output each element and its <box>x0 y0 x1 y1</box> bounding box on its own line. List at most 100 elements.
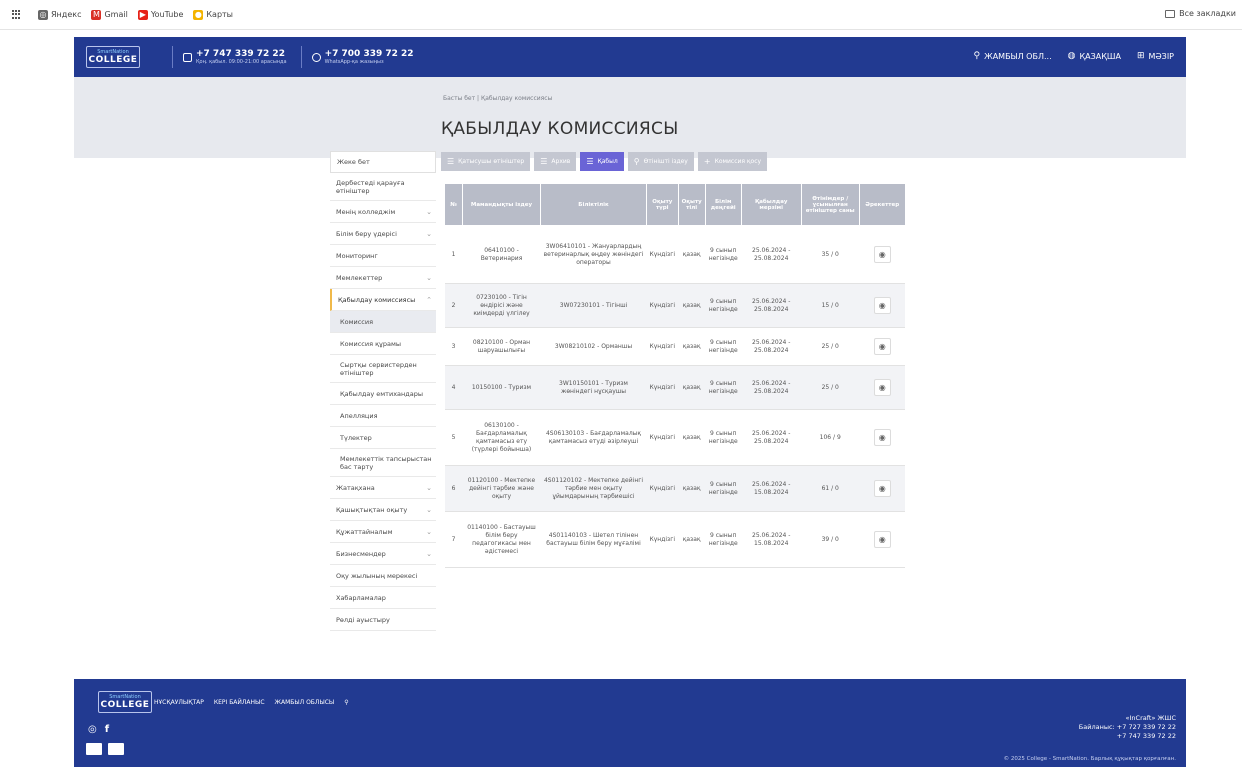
sidebar-item[interactable]: Хабарламалар <box>330 587 436 609</box>
menu-button[interactable]: ⊞ МӘЗІР <box>1137 51 1174 61</box>
cell-lang: қазақ <box>678 365 706 410</box>
cell-qual: 4S06130103 - Бағдарламалық қамтамасыз ет… <box>540 409 647 466</box>
column-header: № <box>444 183 463 226</box>
badge-logo-2[interactable] <box>108 743 124 755</box>
sidebar-item[interactable]: Мемлекеттер ⌄ <box>330 267 436 289</box>
cell-no: 7 <box>444 511 463 568</box>
chevron-icon: ⌄ <box>426 229 432 238</box>
cell-no: 3 <box>444 327 463 366</box>
sidebar-item[interactable]: Мемлекеттік тапсырыстан бас тарту <box>330 449 436 477</box>
cell-spec: 08210100 - Орман шаруашылығы <box>462 327 541 366</box>
sidebar-item-label: Құжаттайналым <box>336 527 393 536</box>
sidebar-item[interactable]: Жеке бет <box>330 151 436 173</box>
sidebar-item[interactable]: Оқу жылының мерекесі <box>330 565 436 587</box>
bookmark-yandex[interactable]: ◎ Яндекс <box>38 9 81 20</box>
view-eye-icon[interactable]: ◉ <box>873 531 891 548</box>
sidebar-item[interactable]: Қашықтықтан оқыту ⌄ <box>330 499 436 521</box>
view-eye-icon[interactable]: ◉ <box>873 246 891 263</box>
sidebar-item[interactable]: Білім беру үдерісі ⌄ <box>330 223 436 245</box>
cell-actions: ◉ <box>859 465 906 512</box>
maps-pin-icon: ● <box>193 9 204 20</box>
tab-label: Өтінішті іздеу <box>643 158 688 165</box>
tab-4[interactable]: ⚲ Өтінішті іздеу <box>627 152 694 171</box>
cell-qual: 4S01140103 - Шетел тілінен бастауыш білі… <box>540 511 647 568</box>
sidebar-item-label: Хабарламалар <box>336 593 386 602</box>
sidebar-item[interactable]: Апелляция <box>330 405 436 427</box>
view-eye-icon[interactable]: ◉ <box>873 297 891 314</box>
sidebar-item[interactable]: Мониторинг <box>330 245 436 267</box>
cell-spec: 06410100 - Ветеринария <box>462 225 541 284</box>
phone-primary[interactable]: +7 747 339 72 22 Қоң. қабыл. 09:00-21:00… <box>183 49 287 66</box>
college-logo[interactable]: SmartNation COLLEGE <box>86 46 140 68</box>
sidebar-item[interactable]: Бизнесмендер ⌄ <box>330 543 436 565</box>
badge-logo-1[interactable] <box>86 743 102 755</box>
cell-lang: қазақ <box>678 409 706 466</box>
tab-3[interactable]: ☰ Қабыл <box>580 152 624 171</box>
sidebar-item[interactable]: Комиссия құрамы <box>330 333 436 355</box>
bookmark-maps-pin[interactable]: ● Карты <box>193 9 233 20</box>
column-header: Мамандықты іздеу <box>462 183 541 226</box>
footer-link[interactable]: ЖАМБЫЛ ОБЛЫСЫ <box>275 699 335 706</box>
view-eye-icon[interactable]: ◉ <box>873 480 891 497</box>
cell-level: 9 сынып негізінде <box>705 283 742 328</box>
sidebar-item[interactable]: Сыртқы сервистерден өтініштер <box>330 355 436 383</box>
footer-logo[interactable]: SmartNation COLLEGE <box>98 691 152 713</box>
view-eye-icon[interactable]: ◉ <box>873 379 891 396</box>
sidebar-item[interactable]: Қабылдау емтихандары <box>330 383 436 405</box>
footer-link[interactable]: НҰСҚАУЛЫҚТАР <box>154 699 204 706</box>
tab-2[interactable]: ☰ Архив <box>534 152 577 171</box>
footer-link[interactable]: КЕРІ БАЙЛАНЫС <box>214 699 265 706</box>
bookmark-youtube[interactable]: ▶ YouTube <box>137 9 183 20</box>
footer-contact: «InCraft» ЖШС Байланыс: +7 727 339 72 22… <box>1078 714 1176 740</box>
list-icon: ☰ <box>447 157 455 166</box>
sidebar-item[interactable]: Рөлді ауыстыру <box>330 609 436 631</box>
cell-spec: 07230100 - Тігін өндірісі және киімдерді… <box>462 283 541 328</box>
sidebar-item-label: Дербестеді қарауға өтініштер <box>336 178 405 195</box>
sidebar-item[interactable]: Дербестеді қарауға өтініштер <box>330 173 436 201</box>
view-eye-icon[interactable]: ◉ <box>873 429 891 446</box>
bookmark-gmail[interactable]: M Gmail <box>91 9 128 20</box>
sidebar-item[interactable]: Жатақхана ⌄ <box>330 477 436 499</box>
instagram-icon[interactable]: ◎ <box>88 724 97 735</box>
table-row: 6 01120100 - Мектепке дейінгі тәрбие және… <box>444 465 906 512</box>
sidebar-item[interactable]: Қабылдау комиссиясы ⌃ <box>330 289 436 311</box>
all-bookmarks-button[interactable]: Все закладки <box>1165 9 1236 18</box>
sidebar-item-label: Менің колледжім <box>336 207 396 216</box>
apps-grid-icon[interactable] <box>12 9 22 20</box>
sidebar-item[interactable]: Түлектер <box>330 427 436 449</box>
sidebar-item-label: Түлектер <box>340 433 372 442</box>
list-icon: ☰ <box>540 157 548 166</box>
cell-qual: 3W08210102 - Орманшы <box>540 327 647 366</box>
cell-no: 6 <box>444 465 463 512</box>
sidebar-item[interactable]: Комиссия <box>330 311 436 333</box>
cell-actions: ◉ <box>859 283 906 328</box>
sidebar-item-label: Сыртқы сервистерден өтініштер <box>340 360 417 377</box>
sidebar-item-label: Жатақхана <box>336 483 375 492</box>
tab-label: Комиссия қосу <box>714 158 762 165</box>
gmail-icon: M <box>91 9 102 20</box>
region-selector[interactable]: ⚲ ЖАМБЫЛ ОБЛ... <box>973 51 1051 61</box>
cell-form: Күндізгі <box>646 225 679 284</box>
logo-word: COLLEGE <box>88 55 138 65</box>
tab-5[interactable]: + Комиссия қосу <box>697 152 768 171</box>
cell-qual: 3W10150101 - Туризм жөніндегі нұсқаушы <box>540 365 647 410</box>
column-header: Әрекеттер <box>858 183 906 226</box>
cell-form: Күндізгі <box>646 365 679 410</box>
cell-lang: қазақ <box>678 283 706 328</box>
breadcrumb[interactable]: Басты бет | Қабылдау комиссиясы <box>443 95 552 102</box>
globe-icon: ◍ <box>1067 51 1076 61</box>
list-icon: ☰ <box>586 157 594 166</box>
cell-spec: 06130100 - Бағдарламалық қамтамасыз ету … <box>462 409 541 466</box>
view-eye-icon[interactable]: ◉ <box>873 338 891 355</box>
cell-no: 4 <box>444 365 463 410</box>
bookmarks-bar: ◎ Яндекс M Gmail ▶ YouTube ● Карты Все закладки <box>0 0 1242 30</box>
table-row: 1 06410100 - Ветеринария 3W06410101 - Жану… <box>444 225 906 284</box>
sidebar-item[interactable]: Менің колледжім ⌄ <box>330 201 436 223</box>
tab-1[interactable]: ☰ Қатысушы өтініштер <box>441 152 531 171</box>
sidebar-item[interactable]: Құжаттайналым ⌄ <box>330 521 436 543</box>
phone-whatsapp[interactable]: +7 700 339 72 22 WhatsApp-қа жазыңыз <box>311 49 414 66</box>
language-selector[interactable]: ◍ ҚАЗАҚША <box>1068 51 1121 61</box>
table-header-row: № Мамандықты іздеу Біліктілік Оқыту түрі Оқы… <box>444 183 906 226</box>
cell-form: Күндізгі <box>646 511 679 568</box>
facebook-icon[interactable]: f <box>105 724 109 735</box>
